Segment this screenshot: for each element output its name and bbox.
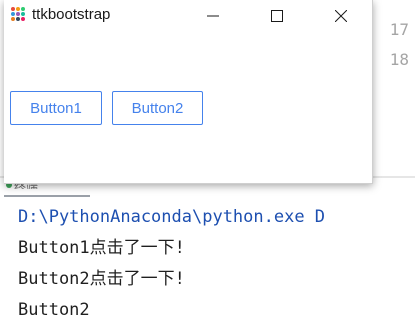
minimize-icon <box>207 15 219 17</box>
console-output: D:\PythonAnaconda\python.exe D Button1点击… <box>18 202 325 326</box>
console-line: Button1点击了一下! <box>18 238 185 258</box>
button-2[interactable]: Button2 <box>112 91 203 125</box>
screen: 17 18 终端 D:\PythonAnaconda\python.exe D … <box>0 0 415 326</box>
close-icon <box>335 10 347 22</box>
title-bar[interactable]: ttkbootstrap <box>4 0 372 32</box>
line-number: 17 <box>389 20 409 39</box>
console-line: Button2点击了一下! <box>18 269 185 289</box>
maximize-button[interactable] <box>254 0 300 32</box>
line-number: 18 <box>389 50 409 69</box>
close-button[interactable] <box>318 0 364 32</box>
ttkbootstrap-logo-icon <box>10 6 26 22</box>
console-line: Button2 <box>18 300 90 320</box>
maximize-icon <box>271 10 283 22</box>
console-line: D:\PythonAnaconda\python.exe D <box>18 207 326 227</box>
ttkbootstrap-window: ttkbootstrap Button1 Button2 <box>4 0 373 184</box>
window-title: ttkbootstrap <box>32 6 111 23</box>
minimize-button[interactable] <box>190 0 236 32</box>
active-tab-underline <box>4 195 90 197</box>
button-1[interactable]: Button1 <box>10 91 102 125</box>
